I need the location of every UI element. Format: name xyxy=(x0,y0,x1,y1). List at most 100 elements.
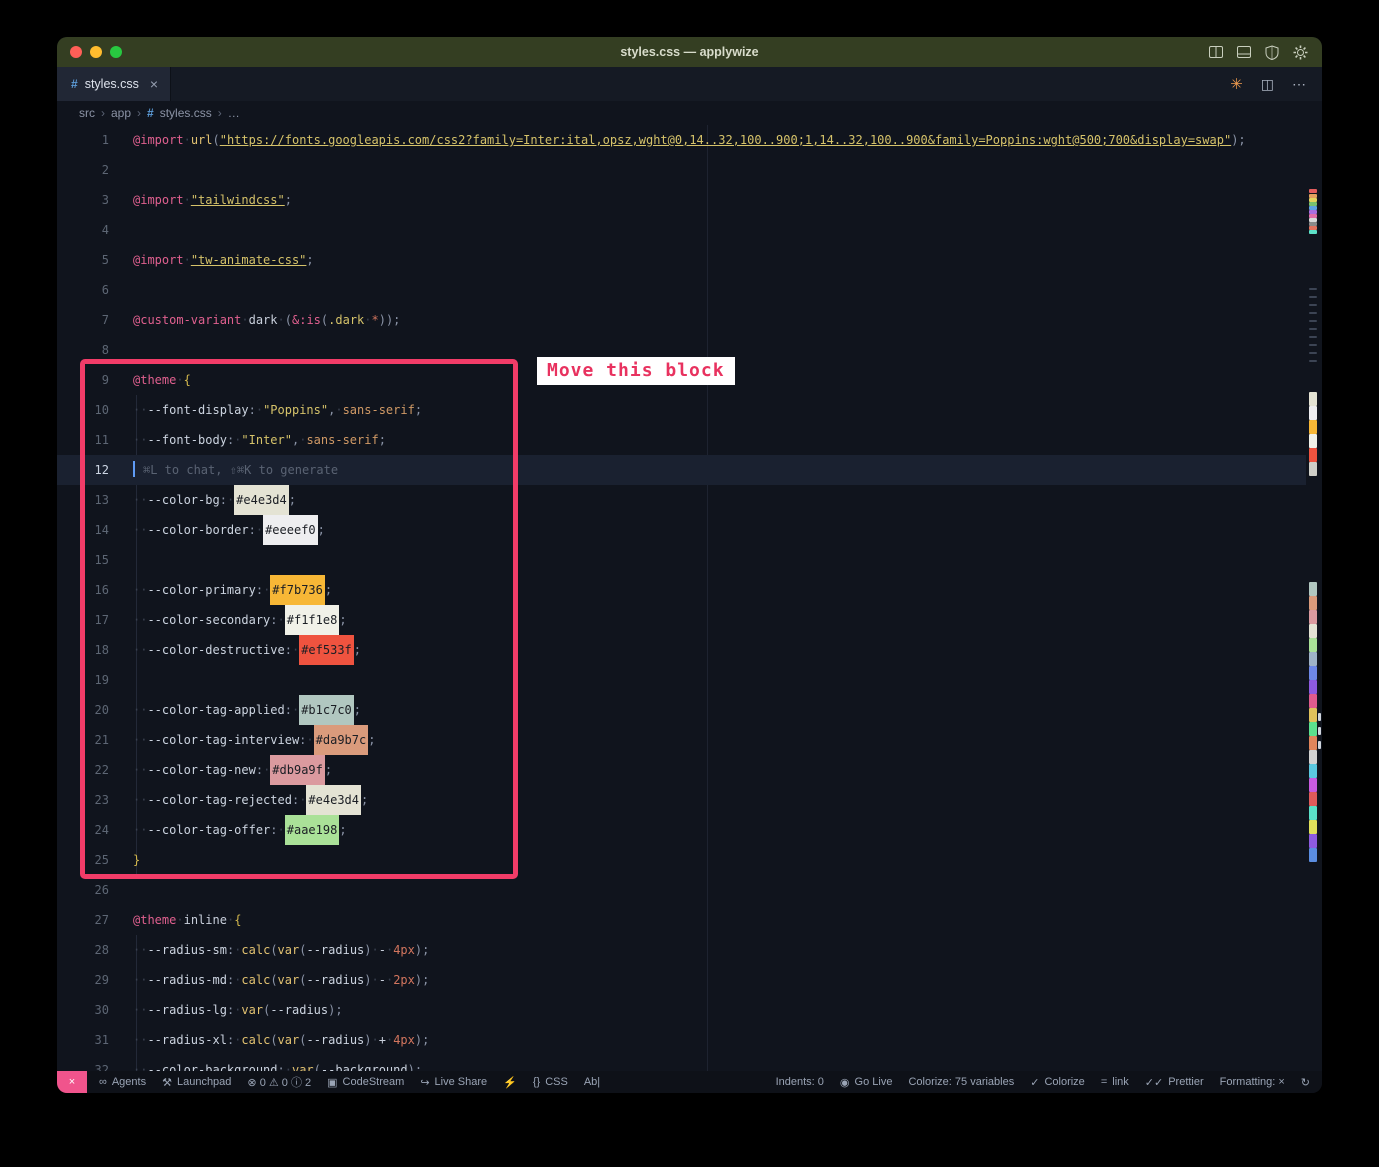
status-ab-indicator[interactable]: Ab| xyxy=(584,1076,600,1088)
problems-label: ⊗ 0 ⚠ 0 ⓘ 2 xyxy=(247,1074,311,1090)
code-token: --radius-sm xyxy=(147,943,226,957)
code-line[interactable]: 4 xyxy=(57,215,1322,245)
code-line[interactable]: 29··--radius-md:·calc(var(--radius)·-·2p… xyxy=(57,965,1322,995)
minimap-mark xyxy=(1309,304,1317,306)
code-token: ( xyxy=(270,943,277,957)
status-notifications[interactable]: ↻ xyxy=(1301,1076,1310,1089)
code-line[interactable]: 31··--radius-xl:·calc(var(--radius)·+·4p… xyxy=(57,1025,1322,1055)
code-token: var xyxy=(278,943,300,957)
tab-close-icon[interactable]: × xyxy=(150,76,158,92)
minimap-mark xyxy=(1309,820,1317,834)
code-token: · xyxy=(184,193,191,207)
minimap-mark xyxy=(1309,624,1317,638)
code-token: --radius xyxy=(306,943,364,957)
status-bar: × ∞Agents ⚒Launchpad ⊗ 0 ⚠ 0 ⓘ 2 ▣CodeStrea… xyxy=(57,1071,1322,1093)
code-token: ( xyxy=(213,133,220,147)
split-editor-icon[interactable]: ◫ xyxy=(1261,76,1274,93)
code-line[interactable]: 2 xyxy=(57,155,1322,185)
code-token: inline xyxy=(184,913,227,927)
layout-panel-icon[interactable] xyxy=(1237,45,1251,59)
code-token: 2px xyxy=(393,973,415,987)
code-line[interactable]: 3@import·"tailwindcss"; xyxy=(57,185,1322,215)
status-colorize[interactable]: ✓Colorize xyxy=(1030,1076,1085,1089)
breadcrumb-src[interactable]: src xyxy=(79,106,95,120)
code-token: ; xyxy=(306,253,313,267)
code-line[interactable]: 7@custom-variant·dark·(&:is(.dark·*)); xyxy=(57,305,1322,335)
code-line[interactable]: 28··--radius-sm:·calc(var(--radius)·-·4p… xyxy=(57,935,1322,965)
code-token: ·· xyxy=(133,1033,147,1047)
status-prettier[interactable]: ✓✓Prettier xyxy=(1145,1076,1204,1089)
gear-icon[interactable] xyxy=(1293,45,1308,60)
minimap-mark xyxy=(1309,694,1317,708)
status-agents[interactable]: ∞Agents xyxy=(99,1076,146,1088)
line-number: 3 xyxy=(57,185,109,215)
code-token: --radius xyxy=(306,973,364,987)
code-line[interactable]: 5@import·"tw-animate-css"; xyxy=(57,245,1322,275)
code-token: ; xyxy=(335,1003,342,1017)
status-indents[interactable]: Indents: 0 xyxy=(776,1076,824,1088)
code-token: · xyxy=(364,313,371,327)
status-launchpad[interactable]: ⚒Launchpad xyxy=(162,1076,231,1089)
go-live-icon: ◉ xyxy=(840,1076,850,1089)
code-token: :is xyxy=(299,313,321,327)
remote-indicator[interactable]: × xyxy=(57,1071,87,1093)
ai-starburst-icon[interactable]: ✳ xyxy=(1230,75,1243,93)
code-token: "https://fonts.googleapis.com/css2?famil… xyxy=(220,133,1231,147)
minimap-mark xyxy=(1309,834,1317,848)
minimize-window-button[interactable] xyxy=(90,46,102,58)
code-token: var xyxy=(278,973,300,987)
code-token: ·· xyxy=(133,1063,147,1071)
code-token: ); xyxy=(415,1033,429,1047)
status-live-share[interactable]: ↪Live Share xyxy=(420,1076,487,1089)
code-text: ··--radius-lg:·var(--radius); xyxy=(133,995,343,1025)
colorize-label: Colorize xyxy=(1044,1076,1084,1088)
breadcrumb-file[interactable]: styles.css xyxy=(160,106,212,120)
minimap-mark xyxy=(1309,778,1317,792)
close-window-button[interactable] xyxy=(70,46,82,58)
code-token: · xyxy=(184,253,191,267)
code-token: - xyxy=(379,943,386,957)
codestream-label: CodeStream xyxy=(343,1076,405,1088)
more-actions-icon[interactable]: ⋯ xyxy=(1292,76,1306,93)
code-token: "tw-animate-css" xyxy=(191,253,307,267)
code-token: : xyxy=(278,1063,285,1071)
editor-actions: ✳ ◫ ⋯ xyxy=(1230,67,1322,101)
code-token: ; xyxy=(285,193,292,207)
live-share-label: Live Share xyxy=(435,1076,488,1088)
minimap[interactable] xyxy=(1306,125,1322,1071)
code-editor[interactable]: 1@import·url("https://fonts.googleapis.c… xyxy=(57,125,1322,1071)
code-text: ··--radius-xl:·calc(var(--radius)·+·4px)… xyxy=(133,1025,429,1055)
status-problems[interactable]: ⊗ 0 ⚠ 0 ⓘ 2 xyxy=(247,1074,311,1090)
breadcrumb-app[interactable]: app xyxy=(111,106,131,120)
code-line[interactable]: 27@theme·inline·{ xyxy=(57,905,1322,935)
breadcrumb-more[interactable]: … xyxy=(228,106,240,120)
status-formatting[interactable]: Formatting: × xyxy=(1220,1076,1285,1088)
status-flash[interactable]: ⚡ xyxy=(503,1076,517,1089)
zoom-window-button[interactable] xyxy=(110,46,122,58)
minimap-mark xyxy=(1309,722,1317,736)
code-line[interactable]: 32··--color-background:·var(--background… xyxy=(57,1055,1322,1071)
tab-styles-css[interactable]: # styles.css × xyxy=(57,67,171,101)
code-line[interactable]: 6 xyxy=(57,275,1322,305)
minimap-mark xyxy=(1309,336,1317,338)
language-mode-label: CSS xyxy=(545,1076,568,1088)
layout-columns-icon[interactable] xyxy=(1209,45,1223,59)
code-line[interactable]: 26 xyxy=(57,875,1322,905)
code-line[interactable]: 1@import·url("https://fonts.googleapis.c… xyxy=(57,125,1322,155)
code-token: --color-background xyxy=(147,1063,277,1071)
status-link[interactable]: =link xyxy=(1101,1076,1129,1088)
code-line[interactable]: 30··--radius-lg:·var(--radius); xyxy=(57,995,1322,1025)
minimap-mark xyxy=(1309,230,1317,234)
status-go-live[interactable]: ◉Go Live xyxy=(840,1076,893,1089)
shield-icon[interactable] xyxy=(1265,45,1279,60)
code-token: dark xyxy=(249,313,278,327)
status-colorize-variables[interactable]: Colorize: 75 variables xyxy=(908,1076,1014,1088)
status-language-mode[interactable]: {}CSS xyxy=(533,1076,568,1088)
code-token: @import xyxy=(133,193,184,207)
minimap-mark xyxy=(1309,638,1317,652)
css-file-icon: # xyxy=(147,106,154,120)
status-bar-right: Indents: 0 ◉Go Live Colorize: 75 variables… xyxy=(776,1076,1322,1089)
code-token: · xyxy=(278,313,285,327)
code-text: ··--color-background:·var(--background); xyxy=(133,1055,422,1071)
status-codestream[interactable]: ▣CodeStream xyxy=(327,1076,404,1089)
